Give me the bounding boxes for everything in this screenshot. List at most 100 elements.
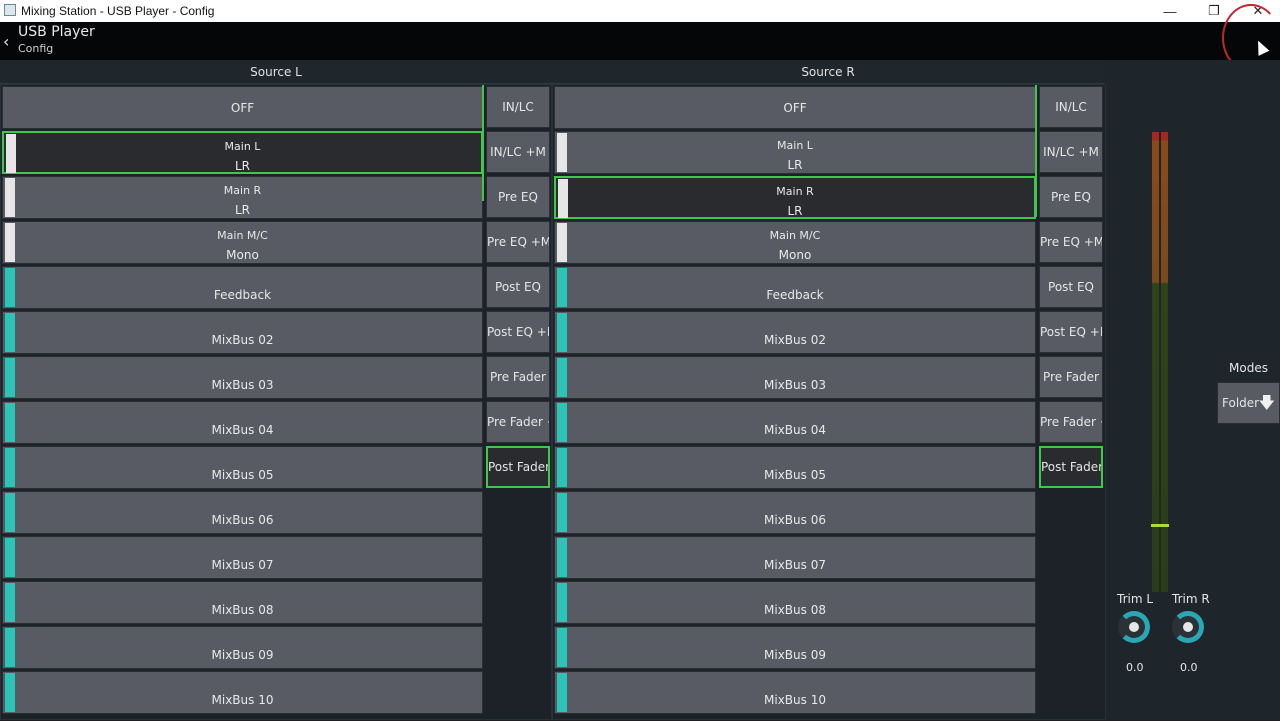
source-button[interactable]: MixBus 09 — [554, 626, 1036, 669]
source-name: MixBus 04 — [211, 423, 274, 437]
source-button[interactable]: MixBus 10 — [554, 671, 1036, 714]
source-button[interactable]: Feedback — [554, 266, 1036, 309]
trim-r-knob[interactable] — [1172, 611, 1204, 643]
source-button[interactable]: OFF — [554, 86, 1036, 129]
source-r-panel: OFF Main L LR Main R LR Main M/C Mono Feedback M… — [552, 84, 1106, 720]
meter-peak-right — [1160, 524, 1169, 527]
source-r-heading: Source R — [552, 60, 1104, 84]
window-titlebar: Mixing Station - USB Player - Config — ❐… — [0, 0, 1280, 22]
tap-point-button[interactable]: IN/LC — [486, 86, 550, 128]
tap-point-button[interactable]: Post EQ — [486, 266, 550, 308]
meter-peak-left — [1151, 524, 1160, 527]
source-group: LR — [787, 204, 803, 218]
source-name: Main L — [777, 139, 813, 152]
tap-point-button[interactable]: Pre EQ — [486, 176, 550, 218]
source-name: Main R — [776, 185, 814, 198]
folder-button-label: Folder — [1222, 396, 1260, 410]
source-name: MixBus 03 — [211, 378, 274, 392]
source-name: MixBus 02 — [764, 333, 826, 347]
source-button[interactable]: OFF — [2, 86, 483, 129]
source-button[interactable]: Main L LR — [2, 131, 483, 174]
source-name: Main M/C — [217, 229, 268, 242]
source-button[interactable]: MixBus 04 — [2, 401, 483, 444]
tap-point-button[interactable]: Pre Fader — [1039, 356, 1103, 398]
source-button[interactable]: MixBus 10 — [2, 671, 483, 714]
source-button[interactable]: Main R LR — [554, 176, 1036, 219]
source-name: MixBus 08 — [764, 603, 826, 617]
source-group: Mono — [226, 248, 259, 262]
source-button[interactable]: Main M/C Mono — [2, 221, 483, 264]
knob-center — [1129, 622, 1139, 632]
tap-point-button[interactable]: Post EQ +M — [1039, 311, 1103, 353]
tap-point-button[interactable]: Post Fader — [1039, 446, 1103, 488]
source-name: OFF — [783, 101, 807, 115]
source-button[interactable]: MixBus 03 — [554, 356, 1036, 399]
tap-point-button[interactable]: IN/LC +M — [486, 131, 550, 173]
tap-point-button[interactable]: Post EQ — [1039, 266, 1103, 308]
tap-point-button[interactable]: Pre EQ — [1039, 176, 1103, 218]
minimize-button[interactable]: — — [1148, 0, 1192, 22]
app-header: ‹ USB Player Config — [0, 22, 1280, 60]
source-button[interactable]: MixBus 02 — [554, 311, 1036, 354]
source-name: Feedback — [766, 288, 824, 302]
trim-r-value: 0.0 — [1180, 661, 1198, 674]
arrow-down-icon: 🡇 — [1258, 393, 1275, 412]
config-main: Source L Source R OFF Main L LR Main R LR Mai… — [0, 60, 1280, 720]
source-button[interactable]: MixBus 09 — [2, 626, 483, 669]
tap-point-button[interactable]: IN/LC +M — [1039, 131, 1103, 173]
trim-l-value: 0.0 — [1126, 661, 1144, 674]
tap-point-button[interactable]: IN/LC — [1039, 86, 1103, 128]
source-name: Main M/C — [769, 229, 821, 242]
source-button[interactable]: MixBus 03 — [2, 356, 483, 399]
source-button[interactable]: MixBus 05 — [554, 446, 1036, 489]
source-name: MixBus 10 — [211, 693, 274, 707]
trim-l-knob[interactable] — [1118, 611, 1150, 643]
app-icon — [4, 4, 16, 16]
source-r-tap-list: IN/LC IN/LC +M Pre EQ Pre EQ +M Post EQ Post … — [1039, 85, 1105, 721]
folder-mode-button[interactable]: Folder 🡇 — [1217, 382, 1280, 424]
source-name: Feedback — [213, 288, 272, 302]
source-button[interactable]: MixBus 02 — [2, 311, 483, 354]
source-name: MixBus 06 — [764, 513, 826, 527]
source-button[interactable]: MixBus 08 — [2, 581, 483, 624]
source-name: MixBus 03 — [764, 378, 826, 392]
source-name: MixBus 06 — [211, 513, 274, 527]
source-button[interactable]: MixBus 07 — [554, 536, 1036, 579]
source-name: MixBus 10 — [764, 693, 826, 707]
page-title: USB Player — [18, 24, 95, 40]
source-button[interactable]: MixBus 06 — [554, 491, 1036, 534]
source-name: Main R — [223, 184, 262, 197]
source-name: MixBus 05 — [764, 468, 826, 482]
tap-point-button[interactable]: Pre Fader +M — [1039, 401, 1103, 443]
source-group: LR — [234, 203, 251, 217]
back-icon[interactable]: ‹ — [3, 32, 9, 51]
source-name: OFF — [230, 101, 255, 115]
tap-point-button[interactable]: Pre Fader — [486, 356, 550, 398]
knob-center — [1183, 622, 1193, 632]
selection-connector — [1035, 85, 1037, 217]
tap-point-button[interactable]: Post Fader — [486, 446, 550, 488]
source-button[interactable]: MixBus 04 — [554, 401, 1036, 444]
source-button[interactable]: Main R LR — [2, 176, 483, 219]
source-name: MixBus 08 — [211, 603, 274, 617]
source-l-tap-list: IN/LC IN/LC +M Pre EQ Pre EQ +M Post EQ Post … — [486, 85, 552, 721]
tap-point-button[interactable]: Post EQ +M — [486, 311, 550, 353]
source-name: MixBus 02 — [211, 333, 274, 347]
source-button[interactable]: MixBus 06 — [2, 491, 483, 534]
tap-point-button[interactable]: Pre Fader +M — [486, 401, 550, 443]
source-l-heading: Source L — [0, 60, 552, 84]
source-button[interactable]: Main M/C Mono — [554, 221, 1036, 264]
source-button[interactable]: Main L LR — [554, 131, 1036, 174]
source-button[interactable]: Feedback — [2, 266, 483, 309]
source-button[interactable]: MixBus 07 — [2, 536, 483, 579]
tap-point-button[interactable]: Pre EQ +M — [486, 221, 550, 263]
source-group: Mono — [778, 248, 812, 262]
source-name: MixBus 09 — [764, 648, 826, 662]
source-l-panel: OFF Main L LR Main R LR Main M/C Mono Feedback M… — [0, 84, 552, 720]
source-name: Main L — [224, 140, 261, 153]
source-button[interactable]: MixBus 05 — [2, 446, 483, 489]
source-name: MixBus 07 — [764, 558, 826, 572]
tap-point-button[interactable]: Pre EQ +M — [1039, 221, 1103, 263]
source-button[interactable]: MixBus 08 — [554, 581, 1036, 624]
level-meter-left — [1152, 132, 1159, 592]
